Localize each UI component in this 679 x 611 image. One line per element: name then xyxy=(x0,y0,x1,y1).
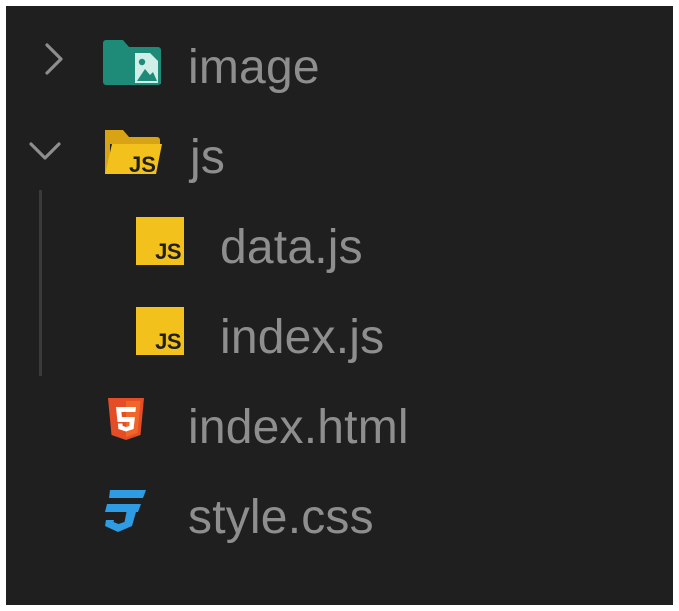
js-badge-text: JS xyxy=(155,239,181,264)
css3-icon xyxy=(105,490,146,532)
js-file-icon: JS xyxy=(136,217,184,265)
tree-item-label: style.css xyxy=(188,491,374,544)
html5-icon xyxy=(108,398,144,440)
chevron-right-icon[interactable] xyxy=(36,42,70,76)
tree-item-label: image xyxy=(188,41,320,94)
tree-item-index-js[interactable]: JS index.js xyxy=(6,284,673,374)
folder-image-icon xyxy=(103,40,161,85)
tree-item-index-html[interactable]: index.html xyxy=(6,374,673,464)
folder-js-icon: JS xyxy=(105,130,162,177)
tree-item-label: data.js xyxy=(220,221,363,274)
js-file-icon: JS xyxy=(136,307,184,355)
tree-item-data-js[interactable]: JS data.js xyxy=(6,194,673,284)
tree-item-label: js xyxy=(190,131,226,184)
chevron-down-icon[interactable] xyxy=(28,134,62,168)
tree-item-label: index.html xyxy=(188,401,409,454)
tree-item-label: index.js xyxy=(220,311,385,364)
js-badge-text: JS xyxy=(155,329,181,354)
tree-item-image-folder[interactable]: image xyxy=(6,14,673,104)
tree-item-js-folder[interactable]: JS js xyxy=(6,104,673,194)
file-explorer: image JS js JS data.js JS index.js index… xyxy=(6,6,673,605)
tree-item-style-css[interactable]: style.css xyxy=(6,464,673,554)
